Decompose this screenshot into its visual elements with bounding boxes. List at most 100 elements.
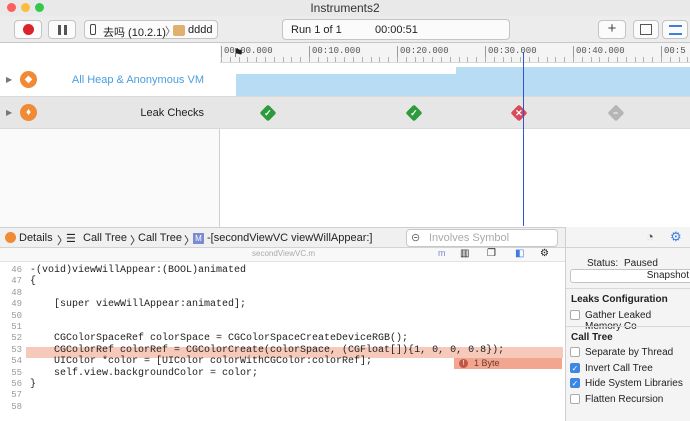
line-number: 54 — [11, 356, 22, 367]
plus-icon: + — [607, 20, 617, 37]
target-label: dddd — [188, 24, 213, 36]
ruler-minor-tick — [493, 57, 495, 62]
ruler-minor-tick — [423, 57, 425, 62]
title-bar: Instruments2 — [0, 0, 690, 16]
ruler-minor-tick — [625, 57, 627, 62]
allocations-icon: ◆ — [20, 71, 37, 88]
line-number: 58 — [11, 401, 22, 412]
run-status-box[interactable]: Run 1 of 1 00:00:51 — [282, 19, 510, 40]
playhead[interactable] — [523, 52, 524, 226]
ruler-minor-tick — [291, 57, 293, 62]
display-settings-icon[interactable]: ⚙ — [670, 229, 682, 245]
leak-check-mark-pending[interactable]: – — [607, 104, 625, 122]
ruler-minor-tick — [353, 57, 354, 62]
call-tree-option-label: Invert Call Tree — [585, 362, 653, 374]
flag-icon: ⚑ — [233, 46, 244, 60]
line-number: 47 — [11, 276, 22, 287]
code-line: { — [30, 276, 37, 288]
jump-call-tree-2[interactable]: Call Tree — [138, 232, 182, 244]
call-tree-header: Call Tree — [571, 332, 613, 343]
leak-marks: ✓ ✓ ✕ – — [0, 97, 690, 129]
iphone-icon — [90, 24, 96, 35]
ruler-minor-tick — [265, 57, 266, 62]
involves-symbol-search[interactable]: ⊝ Involves Symbol — [406, 229, 558, 247]
leak-check-mark-leak[interactable]: ✕ — [510, 104, 528, 122]
toggle-inspector-button[interactable] — [662, 20, 688, 39]
time-ruler[interactable]: 00:00.000 00:10.000 00:20.000 00:30.000 00:4… — [220, 43, 690, 63]
call-tree-option-checkbox[interactable] — [570, 347, 580, 357]
track-heap[interactable]: ▶ ◆ All Heap & Anonymous VM — [0, 63, 690, 97]
ruler-minor-tick — [678, 57, 680, 62]
ruler-minor-tick — [441, 57, 442, 62]
ruler-minor-tick — [608, 57, 610, 62]
call-tree-options: Separate by Thread ✓ Invert Call Tree ✓ Hide… — [566, 347, 690, 411]
code-line: [super viewWillAppear:animated]; — [30, 299, 247, 311]
ruler-minor-tick — [414, 57, 416, 62]
ruler-minor-tick — [617, 57, 618, 62]
ruler-minor-tick — [529, 57, 530, 62]
snapshot-button[interactable]: Snapshot — [570, 269, 690, 283]
heap-graph — [236, 74, 456, 96]
check-status-icon: ✕ — [515, 107, 523, 118]
call-tree-option-checkbox[interactable]: ✓ — [570, 362, 580, 373]
ruler-minor-tick — [467, 57, 469, 62]
jump-call-tree-1[interactable]: Call Tree — [83, 232, 127, 244]
square-icon — [640, 24, 652, 35]
windows-icon[interactable]: ❐ — [487, 248, 496, 259]
gather-leaked-memory-checkbox[interactable] — [570, 310, 580, 320]
ruler-minor-tick — [520, 57, 522, 62]
gear-icon[interactable]: ⚙ — [540, 248, 549, 259]
source-filename: secondViewVC.m — [252, 249, 315, 258]
track-leak-checks[interactable]: ▶ ♦ Leak Checks ✓ ✓ ✕ – — [0, 97, 690, 129]
ruler-minor-tick — [300, 57, 302, 62]
status-label: Status: — [587, 258, 619, 269]
line-number: 50 — [11, 310, 22, 321]
ruler-minor-tick — [573, 57, 574, 62]
ruler-minor-tick — [273, 57, 275, 62]
pause-button[interactable] — [48, 20, 76, 39]
ruler-minor-tick — [361, 57, 363, 62]
file-type-badge: m — [438, 248, 446, 258]
ruler-minor-tick — [458, 57, 460, 62]
target-selector[interactable]: 去吗 (10.2.1) 〉 dddd — [84, 20, 218, 39]
detail-jump-bar: Details 〉 ☰ Call Tree 〉 Call Tree 〉 M -[… — [0, 227, 565, 248]
ruler-minor-tick — [634, 57, 636, 62]
line-number: 55 — [11, 367, 22, 378]
recording-settings-icon[interactable]: ◔ — [646, 229, 654, 244]
jump-method[interactable]: -[secondViewVC viewWillAppear:] — [207, 232, 372, 244]
leak-check-mark-ok[interactable]: ✓ — [259, 104, 277, 122]
ruler-minor-tick — [309, 57, 310, 62]
xcode-icon[interactable]: ◧ — [515, 248, 524, 259]
disclosure-triangle-icon[interactable]: ▶ — [6, 75, 12, 84]
code-line: CGColorSpaceRef colorSpace = CGColorSpac… — [30, 333, 409, 345]
ruler-minor-tick — [581, 57, 583, 62]
method-icon: M — [193, 233, 204, 244]
source-view[interactable]: ! 1 Byte 46 -(void)viewWillAppear:(BOOL)a… — [0, 262, 565, 421]
call-tree-option-label: Separate by Thread — [585, 347, 674, 358]
leak-annotation[interactable]: ! 1 Byte — [454, 358, 562, 369]
line-number: 48 — [11, 287, 22, 298]
ruler-minor-tick — [449, 57, 451, 62]
call-tree-option-checkbox[interactable] — [570, 393, 580, 404]
track-label: All Heap & Anonymous VM — [71, 74, 204, 86]
jump-details[interactable]: Details — [19, 232, 53, 244]
check-status-icon: – — [613, 107, 619, 118]
inspector-pane: ◔ ⚙ Status: Paused Snapshot Leaks Config… — [565, 227, 690, 421]
add-instrument-button[interactable]: + — [598, 20, 626, 39]
pause-icon — [58, 25, 61, 35]
split-view-icon[interactable]: ▥ — [460, 248, 469, 259]
gather-leaked-memory-label: Gather Leaked Memory Co — [585, 310, 652, 332]
ruler-minor-tick — [564, 57, 566, 62]
ruler-minor-tick — [590, 57, 592, 62]
toggle-detail-button[interactable] — [633, 20, 659, 39]
record-button[interactable] — [14, 20, 42, 39]
ruler-minor-tick — [652, 57, 654, 62]
ruler-minor-tick — [687, 57, 689, 62]
leak-size: 1 Byte — [474, 358, 500, 368]
call-tree-option-checkbox[interactable]: ✓ — [570, 378, 580, 388]
ruler-minor-tick — [229, 57, 231, 62]
ruler-minor-tick — [661, 57, 662, 62]
ruler-minor-tick — [221, 57, 222, 62]
ruler-minor-tick — [317, 57, 319, 62]
leak-check-mark-ok[interactable]: ✓ — [405, 104, 423, 122]
